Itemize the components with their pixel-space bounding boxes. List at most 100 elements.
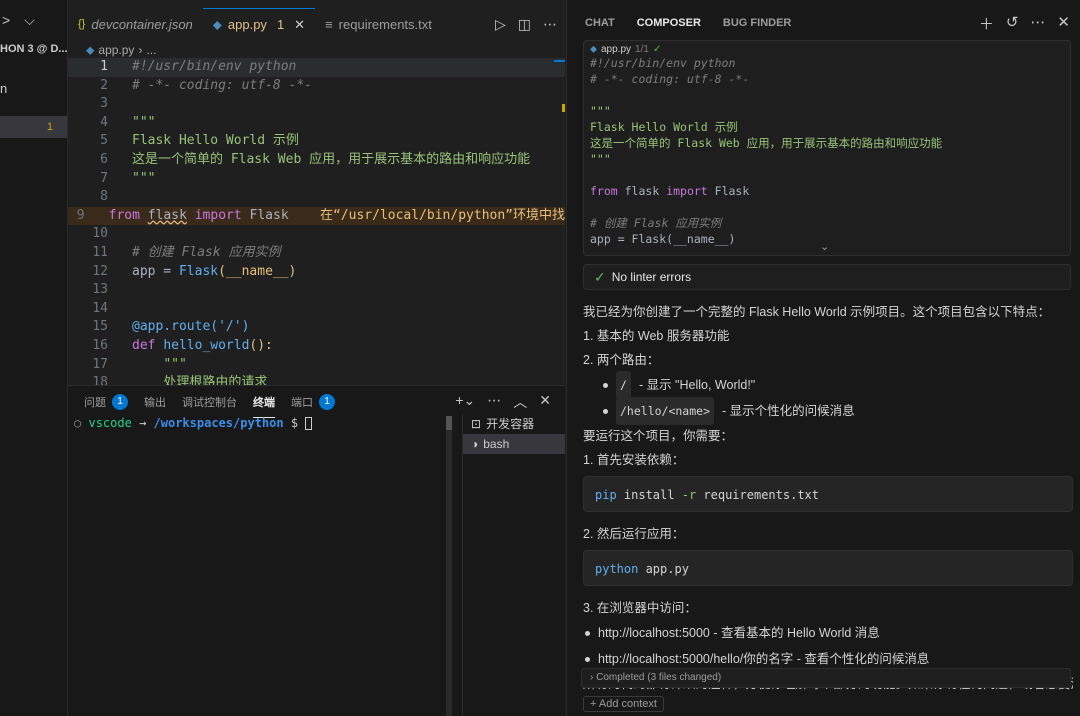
message-paragraph: 2. 然后运行应用： bbox=[583, 527, 685, 541]
code-card-count: 1/1 bbox=[635, 43, 649, 55]
message-paragraph: 3. 在浏览器中访问： bbox=[583, 601, 697, 615]
tab-devcontainer-json[interactable]: {} devcontainer.json bbox=[68, 8, 203, 40]
terminal-list: ⊡ 开发容器 ◑ bash bbox=[462, 414, 565, 716]
list-item: /hello/<name> - 显示个性化的问候消息 bbox=[583, 397, 1073, 425]
more-actions-icon[interactable]: ⋯ bbox=[543, 16, 557, 33]
code-line: 2 # -*- coding: utf-8 -*- bbox=[100, 77, 313, 93]
explorer-item-selected[interactable]: 1 bbox=[0, 116, 67, 138]
more-actions-icon[interactable]: ⋯ bbox=[1030, 13, 1045, 34]
code-line: 1 #!/usr/bin/env python bbox=[68, 58, 565, 77]
close-panel-icon[interactable]: ✕ bbox=[539, 392, 551, 412]
code-line: 13 bbox=[92, 282, 108, 298]
terminal-item-dev-container[interactable]: ⊡ 开发容器 bbox=[463, 414, 565, 434]
more-actions-icon[interactable]: ⋯ bbox=[487, 392, 501, 412]
code-editor[interactable]: 1 #!/usr/bin/env python 2 # -*- coding: ut… bbox=[68, 58, 565, 385]
terminal-scrollbar[interactable] bbox=[446, 416, 452, 716]
breadcrumb: ⬥ app.py › ... bbox=[86, 41, 156, 59]
terminal-item-bash[interactable]: ◑ bash bbox=[463, 434, 565, 454]
text-file-icon: ≡ bbox=[325, 16, 333, 32]
tab-problems[interactable]: 问题 1 bbox=[84, 386, 128, 418]
code-line: 4 """ bbox=[100, 114, 156, 130]
tab-bug-finder[interactable]: BUG FINDER bbox=[723, 17, 791, 29]
expand-chevron-icon[interactable]: ⌄ bbox=[820, 240, 829, 253]
problem-count-badge: 1 bbox=[46, 121, 53, 133]
code-line-warning: 9 from flask import Flask 在“/usr/local/bi… bbox=[68, 206, 565, 226]
plus-icon[interactable]: ＋ bbox=[979, 13, 994, 34]
terminal-prompt: $ bbox=[290, 416, 299, 430]
tab-requirements-txt[interactable]: ≡ requirements.txt bbox=[315, 8, 442, 40]
editor-tabs: {} devcontainer.json ⬥ app.py 1 ✕ ≡ requ… bbox=[68, 8, 565, 40]
panel-actions: +⌄ ⋯ ︿ ✕ bbox=[455, 392, 565, 412]
composer-panel: CHAT COMPOSER BUG FINDER ＋ ↺ ⋯ ✕ ⬥ app.p… bbox=[566, 0, 1080, 716]
sidebar-toolbar: > ⌵ bbox=[0, 0, 67, 40]
composer-actions: ＋ ↺ ⋯ ✕ bbox=[979, 13, 1080, 34]
terminal-arrow: → bbox=[139, 416, 147, 430]
code-diff-card[interactable]: ⬥ app.py 1/1 ✓ #!/usr/bin/env python # -… bbox=[583, 40, 1071, 256]
tab-chat[interactable]: CHAT bbox=[585, 17, 615, 29]
bottom-panel: 问题 1 输出 调试控制台 终端 端口 1 +⌄ ⋯ ︿ ✕ ○ vscode → … bbox=[68, 385, 565, 716]
check-icon: ✓ bbox=[652, 43, 662, 55]
run-icon[interactable]: ▷ bbox=[495, 16, 506, 33]
terminal-cursor bbox=[305, 417, 313, 430]
tab-composer[interactable]: COMPOSER bbox=[637, 17, 701, 29]
tab-label: app.py bbox=[227, 17, 267, 32]
tab-output[interactable]: 输出 bbox=[144, 386, 166, 418]
assistant-message: 我已经为你创建了一个完整的 Flask Hello World 示例项目。这个项… bbox=[583, 300, 1073, 696]
code-line: 6 这是一个简单的 Flask Web 应用，用于展示基本的路由和响应功能 bbox=[100, 151, 531, 167]
add-context-button[interactable]: + Add context bbox=[583, 696, 664, 712]
code-line: 10 bbox=[92, 226, 108, 242]
lint-status-text: No linter errors bbox=[611, 270, 692, 284]
python-file-icon: ⬥ bbox=[86, 42, 95, 57]
code-block-run[interactable]: python app.py bbox=[583, 550, 1073, 586]
explorer-section-title[interactable]: HON 3 @ D... bbox=[0, 40, 67, 58]
new-terminal-icon[interactable]: +⌄ bbox=[455, 392, 475, 412]
code-line: 17 """ bbox=[92, 356, 187, 372]
code-line: 3 bbox=[100, 96, 108, 112]
code-line: 7 """ bbox=[100, 170, 156, 186]
message-paragraph: 1. 首先安装依赖： bbox=[583, 453, 685, 467]
list-item: / - 显示 "Hello, World!" bbox=[583, 371, 1073, 399]
minimap-cursor-marker bbox=[554, 60, 565, 62]
tab-app-py[interactable]: ⬥ app.py 1 ✕ bbox=[202, 8, 316, 40]
tab-ports[interactable]: 端口 1 bbox=[291, 386, 335, 418]
chevron-right-icon: › bbox=[590, 672, 594, 683]
completed-status[interactable]: › Completed (3 files changed) bbox=[581, 668, 1071, 688]
lint-status: ✓ No linter errors bbox=[583, 264, 1071, 290]
message-paragraph: 要运行这个项目，你需要： bbox=[583, 429, 734, 443]
inline-diagnostic: 在“/usr/local/bin/python”环境中找 bbox=[319, 207, 565, 223]
code-line: 12 app = Flask(__name__) bbox=[92, 263, 297, 279]
explorer-item[interactable]: n bbox=[0, 78, 67, 100]
completed-status-text: Completed (3 files changed) bbox=[596, 672, 722, 683]
ports-count-badge: 1 bbox=[319, 394, 335, 410]
bash-icon: ◑ bbox=[471, 437, 479, 451]
chevron-right-icon[interactable]: > bbox=[2, 12, 10, 28]
close-icon[interactable]: ✕ bbox=[294, 17, 305, 33]
python-file-icon: ⬥ bbox=[212, 16, 222, 32]
split-editor-icon[interactable]: ◫ bbox=[518, 16, 531, 33]
breadcrumb-symbol[interactable]: ... bbox=[146, 43, 156, 57]
history-icon[interactable]: ↺ bbox=[1006, 13, 1019, 34]
check-icon: ✓ bbox=[594, 268, 606, 285]
message-paragraph: 2. 两个路由： bbox=[583, 353, 660, 367]
terminal-user: vscode bbox=[88, 416, 132, 430]
tab-label: devcontainer.json bbox=[91, 16, 193, 32]
terminal-output[interactable]: ○ vscode → /workspaces/python $ bbox=[74, 416, 313, 430]
editor-actions: ▷ ◫ ⋯ bbox=[495, 16, 565, 33]
code-line: 8 bbox=[100, 189, 108, 205]
code-card-content: #!/usr/bin/env python # -*- coding: utf-… bbox=[590, 56, 943, 246]
code-line: 15 @app.route('/') bbox=[92, 319, 250, 335]
code-block-install[interactable]: pip install -r requirements.txt bbox=[583, 476, 1073, 512]
close-icon[interactable]: ✕ bbox=[1057, 13, 1070, 34]
terminal-icon: ⊡ bbox=[471, 417, 482, 431]
breadcrumb-file[interactable]: app.py bbox=[98, 43, 134, 57]
maximize-panel-icon[interactable]: ︿ bbox=[513, 392, 527, 412]
tab-debug-console[interactable]: 调试控制台 bbox=[182, 386, 237, 418]
code-line: 16 def hello_world(): bbox=[92, 337, 273, 353]
chevron-down-icon[interactable]: ⌵ bbox=[24, 12, 35, 29]
code-line: 18 处理根路由的请求 bbox=[92, 375, 268, 385]
code-line: 11 # 创建 Flask 应用实例 bbox=[92, 244, 281, 260]
terminal-path: /workspaces/python bbox=[153, 416, 284, 430]
tab-terminal[interactable]: 终端 bbox=[253, 386, 275, 418]
tab-problem-count: 1 bbox=[276, 17, 285, 32]
code-card-file: app.py bbox=[601, 43, 632, 55]
